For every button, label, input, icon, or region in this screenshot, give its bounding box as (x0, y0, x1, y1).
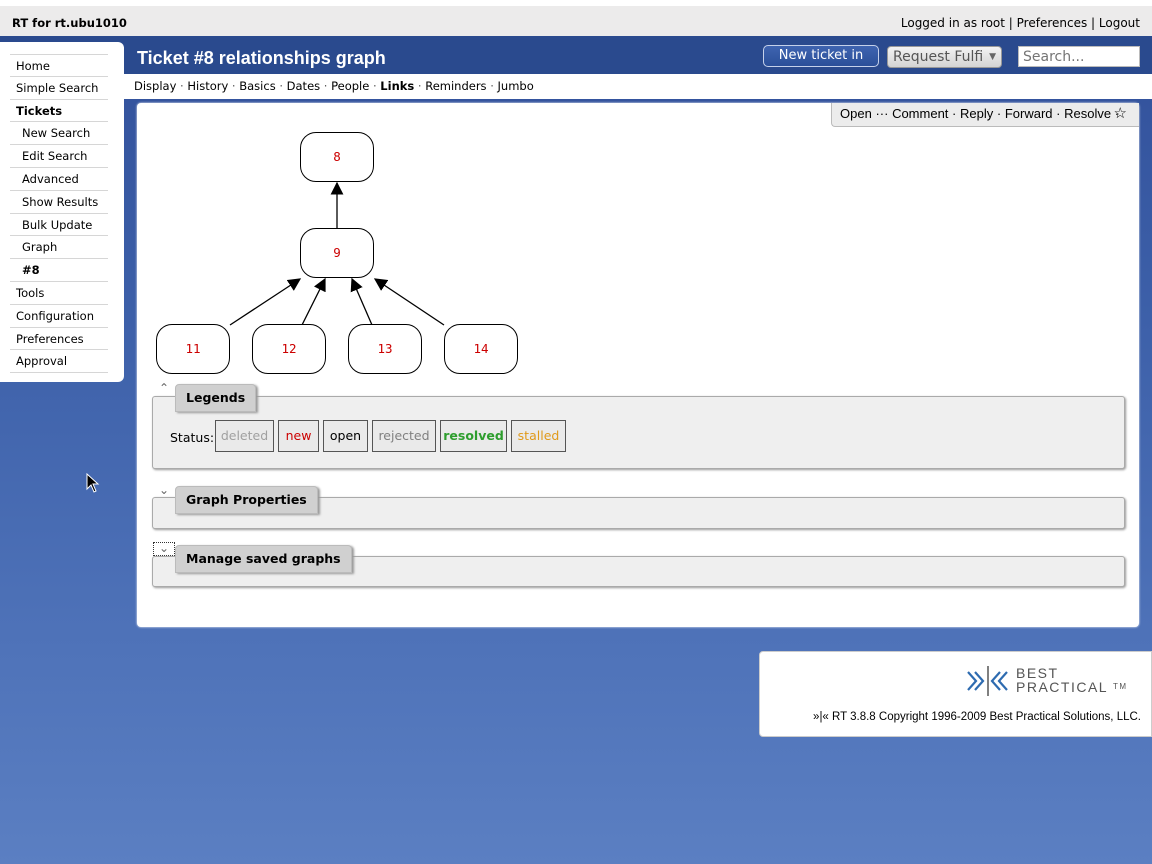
saved-graphs-title[interactable]: Manage saved graphs (175, 545, 352, 573)
status-open: open (323, 420, 368, 452)
queue-select[interactable]: Request Fulfi ▼ (887, 46, 1002, 68)
sidebar-item-bulk-update[interactable]: Bulk Update (10, 214, 108, 237)
sidebar-item-home[interactable]: Home (10, 54, 108, 77)
menu-separator: · (369, 79, 381, 93)
action-separator: · (996, 106, 1002, 121)
chevron-up-icon[interactable]: ⌃ (159, 381, 169, 395)
chevron-down-icon[interactable]: ⌄ (159, 483, 169, 497)
sidebar-item-approval[interactable]: Approval (10, 350, 108, 374)
trademark: TM (1112, 682, 1128, 691)
app-title: RT for rt.ubu1010 (12, 16, 127, 30)
chevron-down-icon[interactable]: ⌄ (153, 542, 175, 556)
preferences-link[interactable]: Preferences (1017, 16, 1088, 30)
menu-separator: · (414, 79, 426, 93)
menu-item-people[interactable]: People (331, 79, 369, 93)
sidebar: Home Simple Search Tickets New Search Ed… (0, 42, 124, 382)
legends-title[interactable]: Legends (175, 384, 257, 412)
menu-item-basics[interactable]: Basics (239, 79, 275, 93)
sidebar-item-ticket-8[interactable]: #8 (10, 259, 108, 282)
status-stalled: stalled (511, 420, 566, 452)
graph-node-8[interactable]: 8 (300, 132, 374, 182)
user-links: Logged in as root | Preferences | Logout (900, 16, 1140, 30)
search-input[interactable] (1018, 46, 1140, 67)
mouse-cursor-icon (86, 473, 100, 493)
menu-separator: · (486, 79, 498, 93)
graph-properties-title[interactable]: Graph Properties (175, 486, 318, 514)
logo-text: BEST PRACTICAL TM (1016, 666, 1128, 694)
sidebar-item-new-search[interactable]: New Search (10, 122, 108, 146)
sidebar-item-tools[interactable]: Tools (10, 282, 108, 305)
graph-node-13[interactable]: 13 (348, 324, 422, 374)
menu-item-links[interactable]: Links (380, 79, 414, 93)
edge-11-9 (229, 278, 302, 326)
menu-item-display[interactable]: Display (134, 79, 176, 93)
status-deleted: deleted (215, 420, 274, 452)
menu-separator: · (320, 79, 332, 93)
action-reply[interactable]: Reply (960, 106, 993, 121)
graph-node-11[interactable]: 11 (156, 324, 230, 374)
graph-node-12[interactable]: 12 (252, 324, 326, 374)
logout-link[interactable]: Logout (1099, 16, 1140, 30)
sidebar-item-tickets[interactable]: Tickets (10, 100, 108, 123)
footer: BEST PRACTICAL TM »|« RT 3.8.8 Copyright… (759, 651, 1152, 737)
top-bar: RT for rt.ubu1010 Logged in as root | Pr… (0, 0, 1152, 36)
copyright: »|« RT 3.8.8 Copyright 1996-2009 Best Pr… (813, 711, 1141, 723)
sidebar-item-preferences[interactable]: Preferences (10, 328, 108, 351)
ticket-actions: Open ··· Comment · Reply · Forward · Res… (831, 103, 1139, 127)
action-resolve[interactable]: Resolve (1064, 106, 1111, 121)
status-resolved: resolved (440, 420, 507, 452)
menu-item-dates[interactable]: Dates (287, 79, 320, 93)
sidebar-item-show-results[interactable]: Show Results (10, 191, 108, 214)
menu-item-history[interactable]: History (187, 79, 228, 93)
menu-separator: · (228, 79, 240, 93)
sidebar-item-edit-search[interactable]: Edit Search (10, 145, 108, 168)
sidebar-item-configuration[interactable]: Configuration (10, 305, 108, 328)
logged-in-text: Logged in as root (900, 16, 1005, 30)
page-title: Ticket #8 relationships graph (137, 48, 386, 68)
edge-14-9 (373, 278, 445, 326)
action-forward[interactable]: Forward (1005, 106, 1053, 121)
edge-12-9 (301, 277, 326, 326)
status-rejected: rejected (372, 420, 436, 452)
sidebar-item-graph[interactable]: Graph (10, 236, 108, 260)
page-menu: Display · History · Basics · Dates · Peo… (124, 74, 1152, 99)
menu-separator: · (176, 79, 188, 93)
action-separator: · (1056, 106, 1061, 121)
status-label: Status: (170, 430, 215, 445)
dropdown-arrow-icon: ▼ (987, 47, 996, 67)
menu-separator: · (275, 79, 287, 93)
status-new: new (278, 420, 319, 452)
edge-13-9 (350, 277, 373, 326)
graph-node-9[interactable]: 9 (300, 228, 374, 278)
menu-item-jumbo[interactable]: Jumbo (498, 79, 534, 93)
menu-item-reminders[interactable]: Reminders (425, 79, 486, 93)
logo-line-1: BEST (1016, 665, 1059, 681)
action-separator: · (952, 106, 957, 121)
sidebar-item-simple-search[interactable]: Simple Search (10, 77, 108, 100)
queue-select-value: Request Fulfi (893, 49, 984, 65)
action-open[interactable]: Open (840, 106, 872, 121)
logo-line-2: PRACTICAL TM (1016, 679, 1128, 695)
star-icon[interactable]: ☆ (1114, 104, 1127, 122)
graph-node-14[interactable]: 14 (444, 324, 518, 374)
sidebar-item-advanced[interactable]: Advanced (10, 168, 108, 191)
action-more[interactable]: ··· (875, 106, 888, 121)
new-ticket-button[interactable]: New ticket in (763, 45, 879, 67)
action-comment[interactable]: Comment (892, 106, 948, 121)
